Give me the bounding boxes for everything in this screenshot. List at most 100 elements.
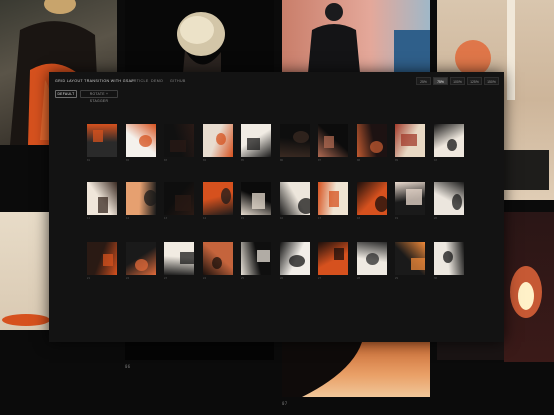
thumbnail-caption: 22 — [126, 277, 129, 280]
thumbnail-caption: 09 — [395, 159, 398, 162]
thumbnail[interactable] — [87, 124, 117, 157]
thumbnail[interactable] — [203, 242, 233, 275]
gallery-panel: GRID LAYOUT TRANSITION WITH GSAP ARTICLE… — [49, 72, 504, 342]
thumbnail[interactable] — [434, 242, 464, 275]
bg-caption: 06 — [125, 364, 131, 369]
photo-icon — [510, 266, 542, 318]
photo-icon — [289, 255, 305, 267]
photo-icon — [366, 253, 379, 265]
thumbnail[interactable] — [395, 242, 425, 275]
thumbnail[interactable] — [241, 182, 271, 215]
photo-icon — [298, 198, 310, 214]
photo-icon — [2, 314, 49, 326]
thumbnail[interactable] — [164, 124, 194, 157]
bg-photo-bottom-right[interactable] — [437, 342, 504, 360]
thumbnail[interactable] — [87, 242, 117, 275]
photo-icon — [308, 3, 430, 73]
thumbnail-caption: 25 — [241, 277, 244, 280]
thumbnail-caption: 05 — [241, 159, 244, 162]
photo-icon — [170, 140, 186, 152]
thumbnail[interactable] — [318, 242, 348, 275]
photo-icon — [252, 193, 265, 209]
photo-icon — [375, 196, 387, 212]
photo-icon — [324, 136, 334, 148]
bg-photo-left-mid[interactable] — [0, 212, 49, 330]
thumbnail-caption: 28 — [357, 277, 360, 280]
thumbnail[interactable] — [357, 124, 387, 157]
thumbnail[interactable] — [203, 124, 233, 157]
photo-icon — [212, 257, 222, 269]
thumbnail-caption: 23 — [164, 277, 167, 280]
photo-icon — [334, 248, 344, 260]
photo-icon — [144, 190, 156, 206]
bg-photo-right-lamp[interactable] — [504, 212, 554, 362]
thumbnail-caption: 04 — [203, 159, 206, 162]
thumbnail[interactable] — [357, 182, 387, 215]
thumbnail[interactable] — [357, 242, 387, 275]
photo-icon — [452, 194, 462, 210]
thumbnail-caption: 08 — [357, 159, 360, 162]
thumbnail-caption: 20 — [434, 217, 437, 220]
gallery-stage: 06 07 GRID LAYOUT TRANSITION WITH GSAP A… — [0, 0, 554, 415]
thumbnail-caption: 10 — [434, 159, 437, 162]
thumbnail-caption: 03 — [164, 159, 167, 162]
photo-icon — [247, 138, 260, 150]
bg-photo-suit-figure[interactable] — [282, 0, 430, 73]
bg-photo-blonde-hair[interactable] — [125, 0, 274, 73]
thumbnail[interactable] — [164, 182, 194, 215]
thumbnail[interactable] — [280, 182, 310, 215]
thumbnail-caption: 14 — [203, 217, 206, 220]
thumbnail-caption: 21 — [87, 277, 90, 280]
bg-photo-bottom-shoulder[interactable] — [282, 342, 430, 397]
photo-icon — [443, 251, 453, 263]
thumbnail-caption: 07 — [318, 159, 321, 162]
photo-icon — [98, 197, 108, 213]
photo-icon — [406, 189, 422, 205]
bg-photo-bottom-left[interactable] — [125, 342, 274, 360]
thumbnail-caption: 18 — [357, 217, 360, 220]
thumbnail[interactable] — [318, 124, 348, 157]
photo-icon — [221, 188, 231, 204]
thumbnail-caption: 15 — [241, 217, 244, 220]
thumbnail-caption: 11 — [87, 217, 90, 220]
thumbnail-caption: 12 — [126, 217, 129, 220]
photo-icon — [103, 254, 113, 266]
bg-caption: 07 — [282, 401, 288, 406]
photo-icon — [293, 131, 309, 143]
thumbnail[interactable] — [126, 242, 156, 275]
thumbnail-caption: 13 — [164, 217, 167, 220]
thumbnail-grid: 01 02 03 04 05 06 07 08 09 10 11 12 13 14 15 16 17 18 19 20… — [49, 72, 504, 342]
thumbnail[interactable] — [203, 182, 233, 215]
thumbnail[interactable] — [241, 242, 271, 275]
photo-icon — [257, 250, 270, 262]
thumbnail[interactable] — [126, 182, 156, 215]
photo-icon — [447, 139, 457, 151]
photo-icon — [411, 258, 425, 270]
photo-icon — [177, 12, 225, 73]
thumbnail[interactable] — [126, 124, 156, 157]
thumbnail-caption: 30 — [434, 277, 437, 280]
thumbnail-caption: 26 — [280, 277, 283, 280]
thumbnail-caption: 27 — [318, 277, 321, 280]
thumbnail[interactable] — [87, 182, 117, 215]
photo-icon — [175, 195, 191, 211]
thumbnail[interactable] — [395, 182, 425, 215]
thumbnail[interactable] — [434, 124, 464, 157]
photo-icon — [401, 134, 417, 146]
thumbnail[interactable] — [280, 124, 310, 157]
thumbnail[interactable] — [280, 242, 310, 275]
photo-icon — [180, 252, 194, 264]
photo-icon — [370, 141, 383, 153]
photo-icon — [282, 342, 362, 397]
thumbnail-caption: 06 — [280, 159, 283, 162]
thumbnail-caption: 02 — [126, 159, 129, 162]
photo-icon — [135, 259, 148, 271]
thumbnail[interactable] — [318, 182, 348, 215]
thumbnail[interactable] — [434, 182, 464, 215]
thumbnail-caption: 16 — [280, 217, 283, 220]
thumbnail[interactable] — [395, 124, 425, 157]
photo-icon — [329, 191, 339, 207]
thumbnail[interactable] — [164, 242, 194, 275]
thumbnail[interactable] — [241, 124, 271, 157]
thumbnail-caption: 24 — [203, 277, 206, 280]
